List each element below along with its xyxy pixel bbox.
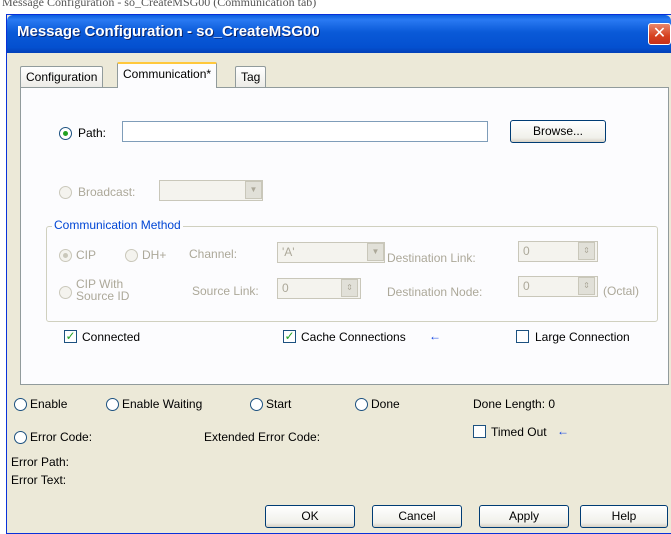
window-title: Message Configuration - so_CreateMSG00 bbox=[17, 23, 320, 40]
tab-communication[interactable]: Communication* bbox=[117, 62, 218, 88]
cancel-button[interactable]: Cancel bbox=[372, 505, 462, 528]
done-status-label: Done bbox=[371, 397, 400, 411]
browse-button[interactable]: Browse... bbox=[510, 120, 606, 143]
cip-with-source-radio[interactable] bbox=[59, 286, 72, 299]
error-code-label: Error Code: bbox=[30, 430, 93, 444]
cip-with-source-line2: Source ID bbox=[76, 289, 130, 303]
channel-value: 'A' bbox=[282, 245, 295, 259]
close-icon[interactable]: ✕ bbox=[648, 23, 671, 45]
cip-radio[interactable] bbox=[59, 249, 72, 262]
broadcast-label: Broadcast: bbox=[78, 185, 136, 199]
source-link-value: 0 bbox=[282, 281, 289, 295]
enable-status-label: Enable bbox=[30, 397, 68, 411]
large-connection-label: Large Connection bbox=[535, 330, 630, 344]
enable-status-radio bbox=[14, 398, 27, 411]
dhplus-radio[interactable] bbox=[125, 249, 138, 262]
communication-method-title: Communication Method bbox=[52, 218, 183, 232]
destination-link-label: Destination Link: bbox=[387, 251, 476, 265]
communication-panel: Path: Browse... Broadcast: ▼ Communicati… bbox=[20, 87, 669, 385]
arrow-left-icon: ← bbox=[557, 424, 569, 438]
cache-connections-label: Cache Connections bbox=[301, 330, 406, 344]
apply-button[interactable]: Apply bbox=[479, 505, 569, 528]
chevron-down-icon[interactable]: ▼ bbox=[245, 181, 262, 199]
background-caption: Message Configuration - so_CreateMSG00 (… bbox=[0, 0, 671, 10]
connected-label: Connected bbox=[82, 330, 141, 344]
path-radio[interactable] bbox=[59, 127, 72, 140]
error-text-label: Error Text: bbox=[11, 473, 67, 487]
tab-configuration[interactable]: Configuration bbox=[20, 66, 104, 88]
path-input[interactable] bbox=[122, 121, 488, 142]
source-link-input[interactable]: 0 ⇕ bbox=[277, 278, 361, 299]
background-caption-text: Message Configuration - so_CreateMSG00 (… bbox=[2, 0, 317, 9]
tab-tag[interactable]: Tag bbox=[235, 66, 267, 88]
title-bar[interactable]: Message Configuration - so_CreateMSG00 ✕ bbox=[7, 15, 671, 53]
error-code-status-radio bbox=[14, 431, 27, 444]
cip-label: CIP bbox=[76, 248, 97, 262]
arrow-left-icon: ← bbox=[429, 329, 441, 343]
dhplus-label: DH+ bbox=[142, 248, 167, 262]
enable-waiting-status-label: Enable Waiting bbox=[122, 397, 203, 411]
connected-checkbox[interactable]: ✓ bbox=[64, 330, 77, 343]
large-connection-checkbox[interactable] bbox=[516, 330, 529, 343]
channel-label: Channel: bbox=[189, 247, 238, 261]
done-status-radio bbox=[355, 398, 368, 411]
broadcast-select[interactable]: ▼ bbox=[159, 180, 263, 201]
spinner-icon[interactable]: ⇕ bbox=[341, 279, 358, 297]
destination-link-value: 0 bbox=[523, 244, 530, 258]
enable-waiting-status-radio bbox=[106, 398, 119, 411]
ok-button[interactable]: OK bbox=[265, 505, 355, 528]
destination-node-value: 0 bbox=[523, 279, 530, 293]
channel-select[interactable]: 'A' ▼ bbox=[277, 242, 385, 263]
destination-node-label: Destination Node: bbox=[387, 285, 483, 299]
destination-link-input[interactable]: 0 ⇕ bbox=[518, 241, 598, 262]
help-button[interactable]: Help bbox=[580, 505, 668, 528]
octal-label: (Octal) bbox=[603, 284, 639, 298]
path-label: Path: bbox=[78, 126, 107, 140]
destination-node-input[interactable]: 0 ⇕ bbox=[518, 276, 598, 297]
start-status-radio bbox=[250, 398, 263, 411]
timed-out-checkbox bbox=[473, 425, 486, 438]
broadcast-radio[interactable] bbox=[59, 186, 72, 199]
done-length-label: Done Length: 0 bbox=[473, 397, 556, 411]
source-link-label: Source Link: bbox=[192, 284, 259, 298]
start-status-label: Start bbox=[266, 397, 292, 411]
extended-error-code-label: Extended Error Code: bbox=[204, 430, 321, 444]
error-path-label: Error Path: bbox=[11, 455, 70, 469]
chevron-down-icon[interactable]: ▼ bbox=[367, 243, 384, 261]
cip-with-source-label: CIP With Source ID bbox=[76, 278, 129, 302]
cache-connections-checkbox[interactable]: ✓ bbox=[283, 330, 296, 343]
spinner-icon[interactable]: ⇕ bbox=[578, 242, 595, 260]
spinner-icon[interactable]: ⇕ bbox=[578, 277, 595, 295]
timed-out-label: Timed Out bbox=[491, 425, 547, 439]
message-configuration-dialog: Message Configuration - so_CreateMSG00 ✕… bbox=[6, 14, 671, 534]
